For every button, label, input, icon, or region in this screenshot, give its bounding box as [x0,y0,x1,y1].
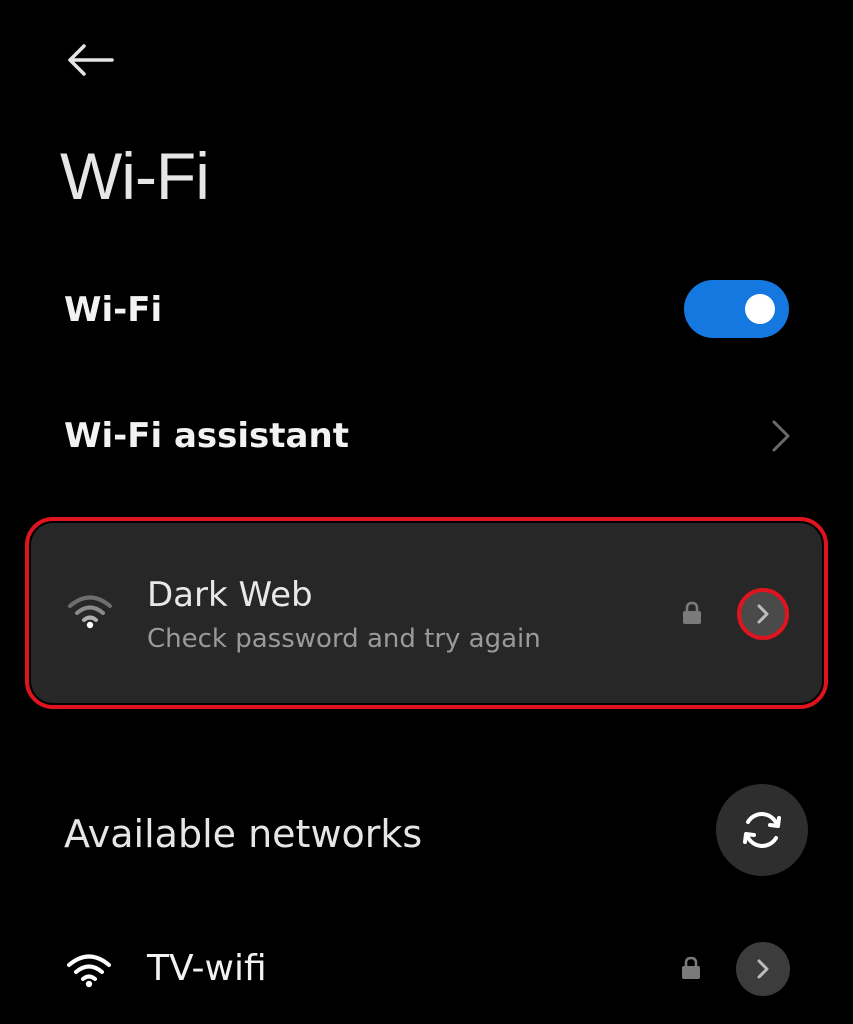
wifi-toggle-label: Wi-Fi [64,290,163,330]
network-details-button[interactable] [736,942,790,996]
available-networks-title: Available networks [64,812,423,856]
refresh-icon [743,812,781,848]
network-row-tv-wifi[interactable]: TV-wifi [0,930,853,1010]
lock-icon [682,956,700,979]
refresh-button[interactable] [716,784,808,876]
toggle-knob [745,294,775,324]
wifi-assistant-label: Wi-Fi assistant [64,416,349,456]
wifi-assistant-row[interactable]: Wi-Fi assistant [0,396,853,476]
chevron-right-icon [757,959,769,979]
wifi-signal-icon [67,954,111,988]
wifi-toggle-row[interactable]: Wi-Fi [0,270,853,350]
arrow-left-icon [68,44,114,76]
network-name: TV-wifi [147,948,267,989]
wifi-toggle-switch[interactable] [684,280,789,338]
highlight-outline [25,517,828,709]
back-button[interactable] [52,30,132,90]
page-title: Wi-Fi [60,139,210,213]
chevron-right-icon [772,420,790,452]
